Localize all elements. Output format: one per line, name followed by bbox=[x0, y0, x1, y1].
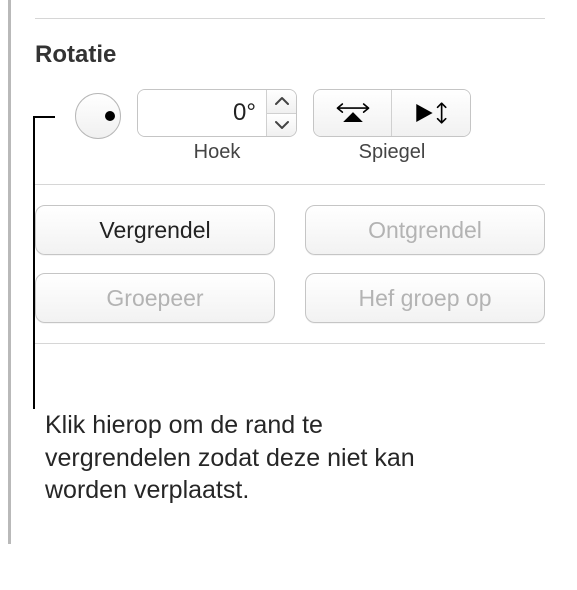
divider bbox=[35, 184, 545, 185]
rotation-controls: Hoek bbox=[35, 89, 545, 164]
divider bbox=[35, 343, 545, 344]
angle-field-wrap bbox=[137, 89, 297, 137]
angle-step-up[interactable] bbox=[267, 90, 296, 114]
chevron-down-icon bbox=[275, 120, 289, 130]
flip-horizontal-icon bbox=[335, 99, 371, 127]
callout-leader-line bbox=[33, 116, 35, 409]
angle-input[interactable] bbox=[138, 90, 266, 136]
callout: Klik hierop om de rand te vergrendelen z… bbox=[35, 364, 545, 544]
flip-horizontal-button[interactable] bbox=[314, 90, 392, 136]
callout-text: Klik hierop om de rand te vergrendelen z… bbox=[45, 409, 445, 507]
rotation-dial[interactable] bbox=[75, 93, 121, 139]
arrange-panel: Rotatie Hoek bbox=[8, 0, 569, 544]
flip-vertical-icon bbox=[413, 99, 449, 127]
unlock-button[interactable]: Ontgrendel bbox=[305, 205, 545, 255]
mirror-group: Spiegel bbox=[313, 89, 471, 164]
rotation-title: Rotatie bbox=[35, 41, 545, 69]
mirror-buttons bbox=[313, 89, 471, 137]
angle-step-down[interactable] bbox=[267, 114, 296, 137]
angle-label: Hoek bbox=[194, 141, 241, 164]
angle-group: Hoek bbox=[137, 89, 297, 164]
divider bbox=[35, 18, 545, 19]
lock-button[interactable]: Vergrendel bbox=[35, 205, 275, 255]
mirror-label: Spiegel bbox=[359, 141, 426, 164]
lock-group-buttons: Vergrendel Ontgrendel Groepeer Hef groep… bbox=[35, 205, 545, 323]
flip-vertical-button[interactable] bbox=[392, 90, 470, 136]
group-button[interactable]: Groepeer bbox=[35, 273, 275, 323]
angle-stepper bbox=[266, 90, 296, 136]
ungroup-button[interactable]: Hef groep op bbox=[305, 273, 545, 323]
chevron-up-icon bbox=[275, 96, 289, 106]
